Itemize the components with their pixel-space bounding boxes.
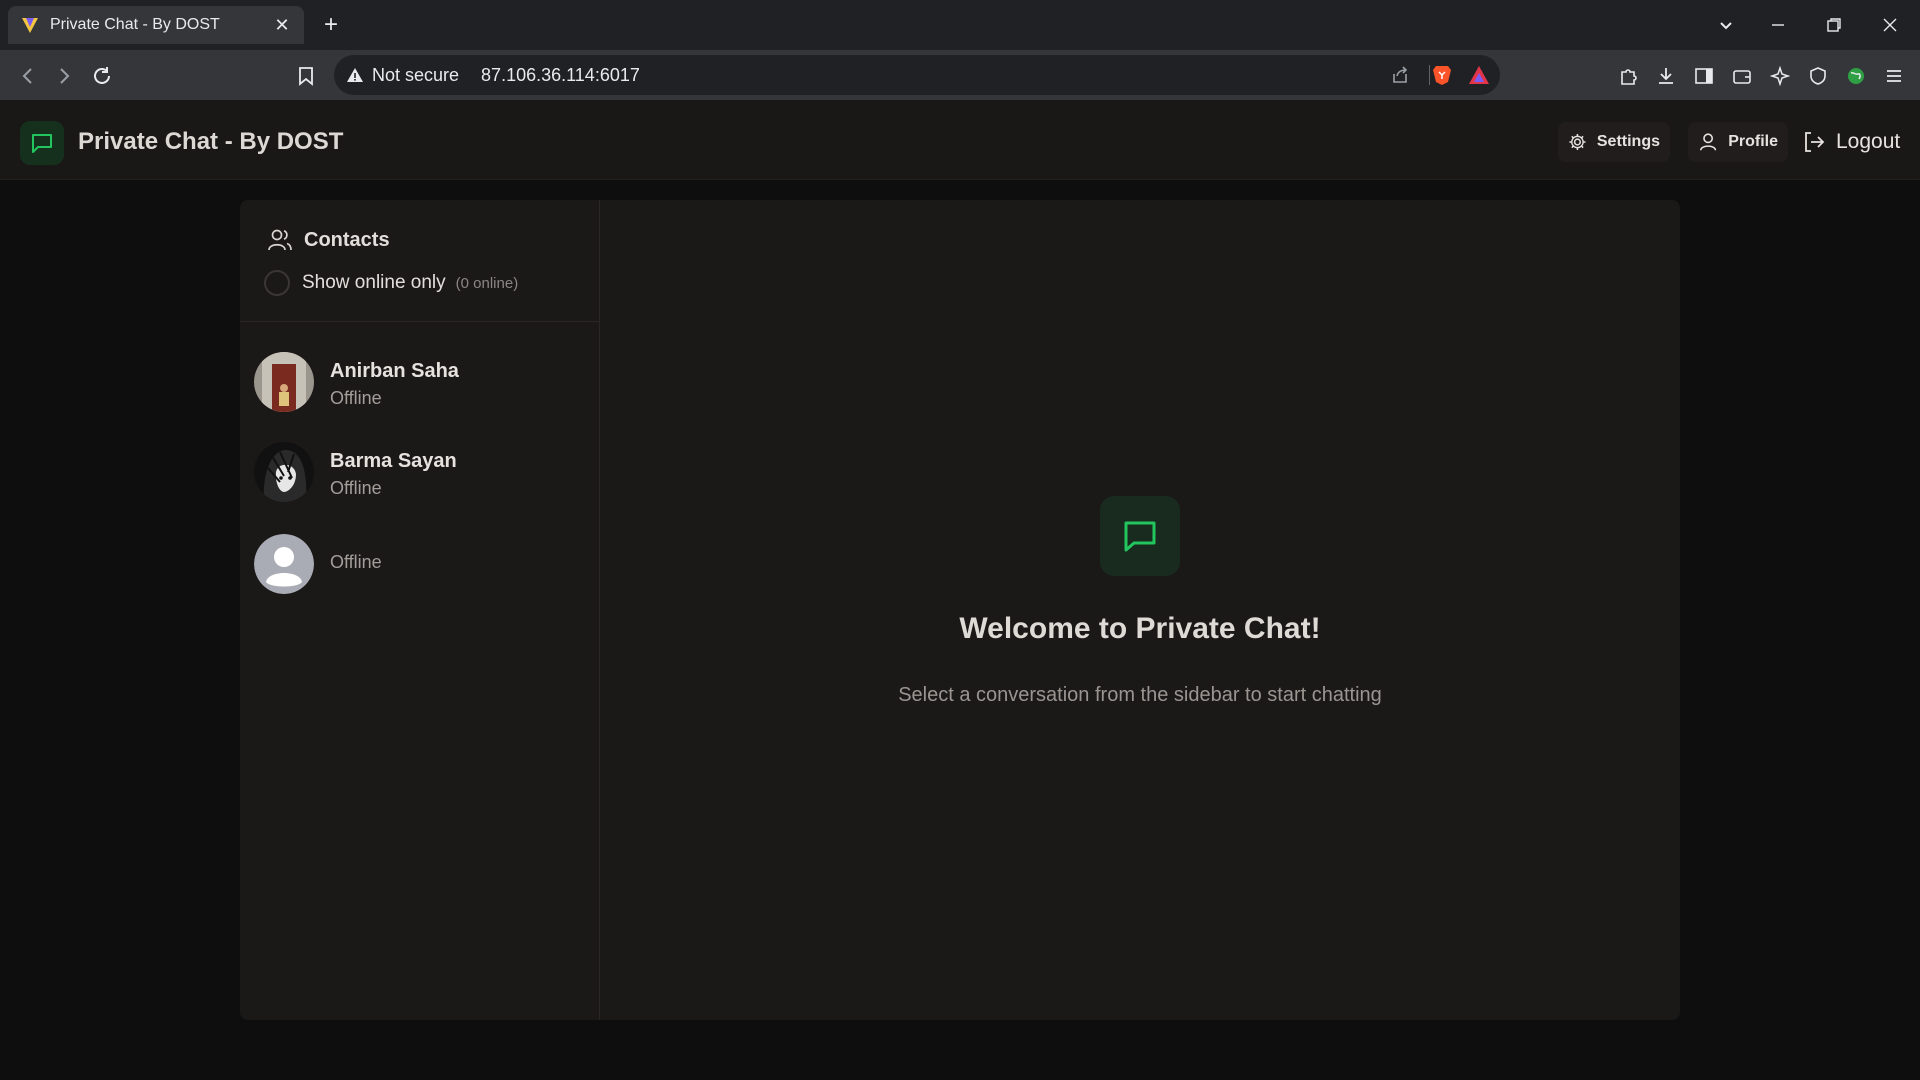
settings-button[interactable]: Settings (1558, 122, 1670, 162)
minimize-icon[interactable] (1750, 0, 1806, 50)
new-tab-button[interactable]: + (318, 12, 344, 38)
browser-tab[interactable]: Private Chat - By DOST ✕ (8, 6, 304, 44)
user-icon (1699, 133, 1717, 151)
chat-bubble-icon (1124, 521, 1156, 552)
reload-icon[interactable] (88, 62, 116, 90)
address-bar[interactable]: Not secure 87.106.36.114:6017 (334, 55, 1500, 95)
wallet-icon[interactable] (1728, 62, 1756, 90)
contacts-sidebar: Contacts Show online only (0 online) Ani… (240, 200, 600, 1020)
brave-shields-icon[interactable] (1432, 64, 1452, 86)
contact-status: Offline (330, 552, 382, 572)
contact-name: Anirban Saha (330, 360, 459, 382)
contact-status: Offline (330, 388, 382, 408)
leo-ai-icon[interactable] (1766, 62, 1794, 90)
menu-icon[interactable] (1880, 62, 1908, 90)
omnibox-divider (1429, 65, 1430, 85)
app-title: Private Chat - By DOST (78, 128, 344, 155)
restore-icon[interactable] (1806, 0, 1862, 50)
warning-icon (347, 68, 363, 82)
share-icon[interactable] (1390, 65, 1410, 85)
online-only-radio[interactable] (264, 270, 290, 296)
sidebar-toggle-icon[interactable] (1690, 62, 1718, 90)
profile-globe-icon[interactable] (1842, 62, 1870, 90)
contact-item[interactable]: Offline (240, 534, 600, 620)
contact-name: Barma Sayan (330, 450, 457, 472)
chat-bubble-icon (32, 134, 52, 153)
sidebar-header: Contacts Show online only (0 online) (240, 200, 600, 322)
back-icon[interactable] (14, 62, 42, 90)
vpn-shield-icon[interactable] (1804, 62, 1832, 90)
browser-tabstrip: Private Chat - By DOST ✕ + (0, 0, 1920, 50)
brave-rewards-icon[interactable] (1468, 64, 1490, 86)
logout-label: Logout (1836, 130, 1901, 153)
avatar (254, 442, 314, 502)
welcome-chat-icon (1100, 496, 1180, 576)
gear-icon (1569, 133, 1586, 151)
welcome-title: Welcome to Private Chat! (959, 612, 1321, 645)
site-favicon-icon (22, 18, 38, 33)
online-only-label[interactable]: Show online only (302, 272, 446, 294)
contact-item[interactable]: Anirban Saha Offline (240, 352, 600, 438)
app-logo (20, 121, 64, 165)
logout-icon (1805, 132, 1825, 152)
logout-button[interactable]: Logout (1792, 122, 1912, 162)
online-only-toggle[interactable]: Show online only (0 online) (264, 270, 518, 296)
default-avatar-icon (254, 534, 314, 594)
contacts-heading: Contacts (266, 226, 390, 254)
chat-panel: Contacts Show online only (0 online) Ani… (240, 200, 1680, 1020)
users-icon (268, 229, 292, 251)
contacts-title: Contacts (304, 228, 390, 251)
settings-label: Settings (1596, 133, 1660, 150)
security-label[interactable]: Not secure (372, 65, 459, 86)
profile-button[interactable]: Profile (1688, 122, 1788, 162)
url-text[interactable]: 87.106.36.114:6017 (481, 65, 640, 86)
contact-status: Offline (330, 478, 382, 498)
extensions-icon[interactable] (1614, 62, 1642, 90)
profile-label: Profile (1728, 133, 1778, 150)
contact-item[interactable]: Barma Sayan Offline (240, 442, 600, 528)
window-close-icon[interactable] (1862, 0, 1918, 50)
online-count: (0 online) (455, 274, 519, 292)
download-icon[interactable] (1652, 62, 1680, 90)
bookmark-icon[interactable] (292, 62, 320, 90)
welcome-subtitle: Select a conversation from the sidebar t… (898, 684, 1382, 706)
tab-title: Private Chat - By DOST (50, 16, 220, 33)
app-header: Private Chat - By DOST Settings Profile … (0, 100, 1920, 180)
forward-icon[interactable] (50, 62, 78, 90)
tab-search-icon[interactable] (1698, 0, 1754, 50)
avatar (254, 352, 314, 412)
tab-close-icon[interactable]: ✕ (272, 15, 292, 35)
